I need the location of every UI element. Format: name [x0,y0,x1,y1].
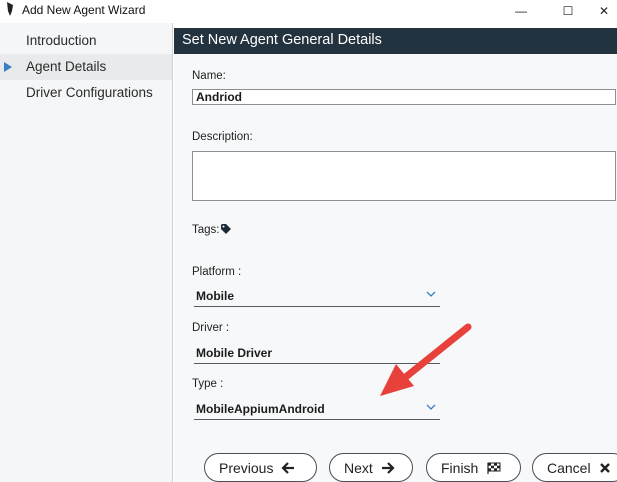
title-bar: Add New Agent Wizard — ☐ ✕ [0,0,617,22]
step-introduction[interactable]: Introduction [0,28,172,54]
type-value: MobileAppiumAndroid [196,402,325,416]
driver-label: Driver : [192,322,230,334]
page-title: Set New Agent General Details [182,32,382,48]
tags-label: Tags: [192,224,220,236]
step-label: Agent Details [26,59,107,74]
next-label: Next [344,459,373,476]
step-label: Introduction [26,33,97,48]
close-icon: ✕ [598,4,610,18]
arrow-left-icon [281,461,295,474]
minimize-icon: — [515,4,527,18]
description-label: Description: [192,131,253,143]
minimize-button[interactable]: — [498,0,544,22]
step-agent-details[interactable]: Agent Details [0,54,172,80]
current-step-arrow-icon [4,62,12,72]
maximize-icon: ☐ [562,4,574,18]
close-icon [599,462,610,473]
platform-label: Platform : [192,266,242,278]
platform-value: Mobile [196,289,234,303]
cancel-button[interactable]: Cancel [532,453,617,482]
maximize-button[interactable]: ☐ [545,0,591,22]
step-label: Driver Configurations [26,85,153,100]
next-button[interactable]: Next [329,453,413,482]
page-header: Set New Agent General Details [174,28,617,54]
checkered-flag-icon [487,462,501,474]
driver-value: Mobile Driver [196,346,273,360]
chevron-down-icon [426,291,436,297]
arrow-right-icon [381,461,395,474]
platform-dropdown[interactable]: Mobile [194,286,440,307]
type-label: Type : [192,378,224,390]
sidebar-divider [172,23,173,482]
window-title: Add New Agent Wizard [22,3,146,17]
cancel-label: Cancel [547,459,591,476]
chevron-down-icon [426,404,436,410]
finish-button[interactable]: Finish [426,453,521,482]
description-textarea[interactable] [192,151,616,201]
name-input[interactable]: Andriod [192,89,616,105]
close-button[interactable]: ✕ [591,0,617,22]
previous-label: Previous [219,459,274,476]
app-icon [7,2,13,16]
annotation-arrow-icon [380,323,472,396]
type-dropdown[interactable]: MobileAppiumAndroid [194,399,440,420]
name-label: Name: [192,70,226,82]
wizard-steps-sidebar: Introduction Agent Details Driver Config… [0,23,172,482]
finish-label: Finish [441,459,479,476]
step-driver-configurations[interactable]: Driver Configurations [0,80,172,106]
previous-button[interactable]: Previous [204,453,317,482]
tag-icon[interactable] [221,224,231,234]
